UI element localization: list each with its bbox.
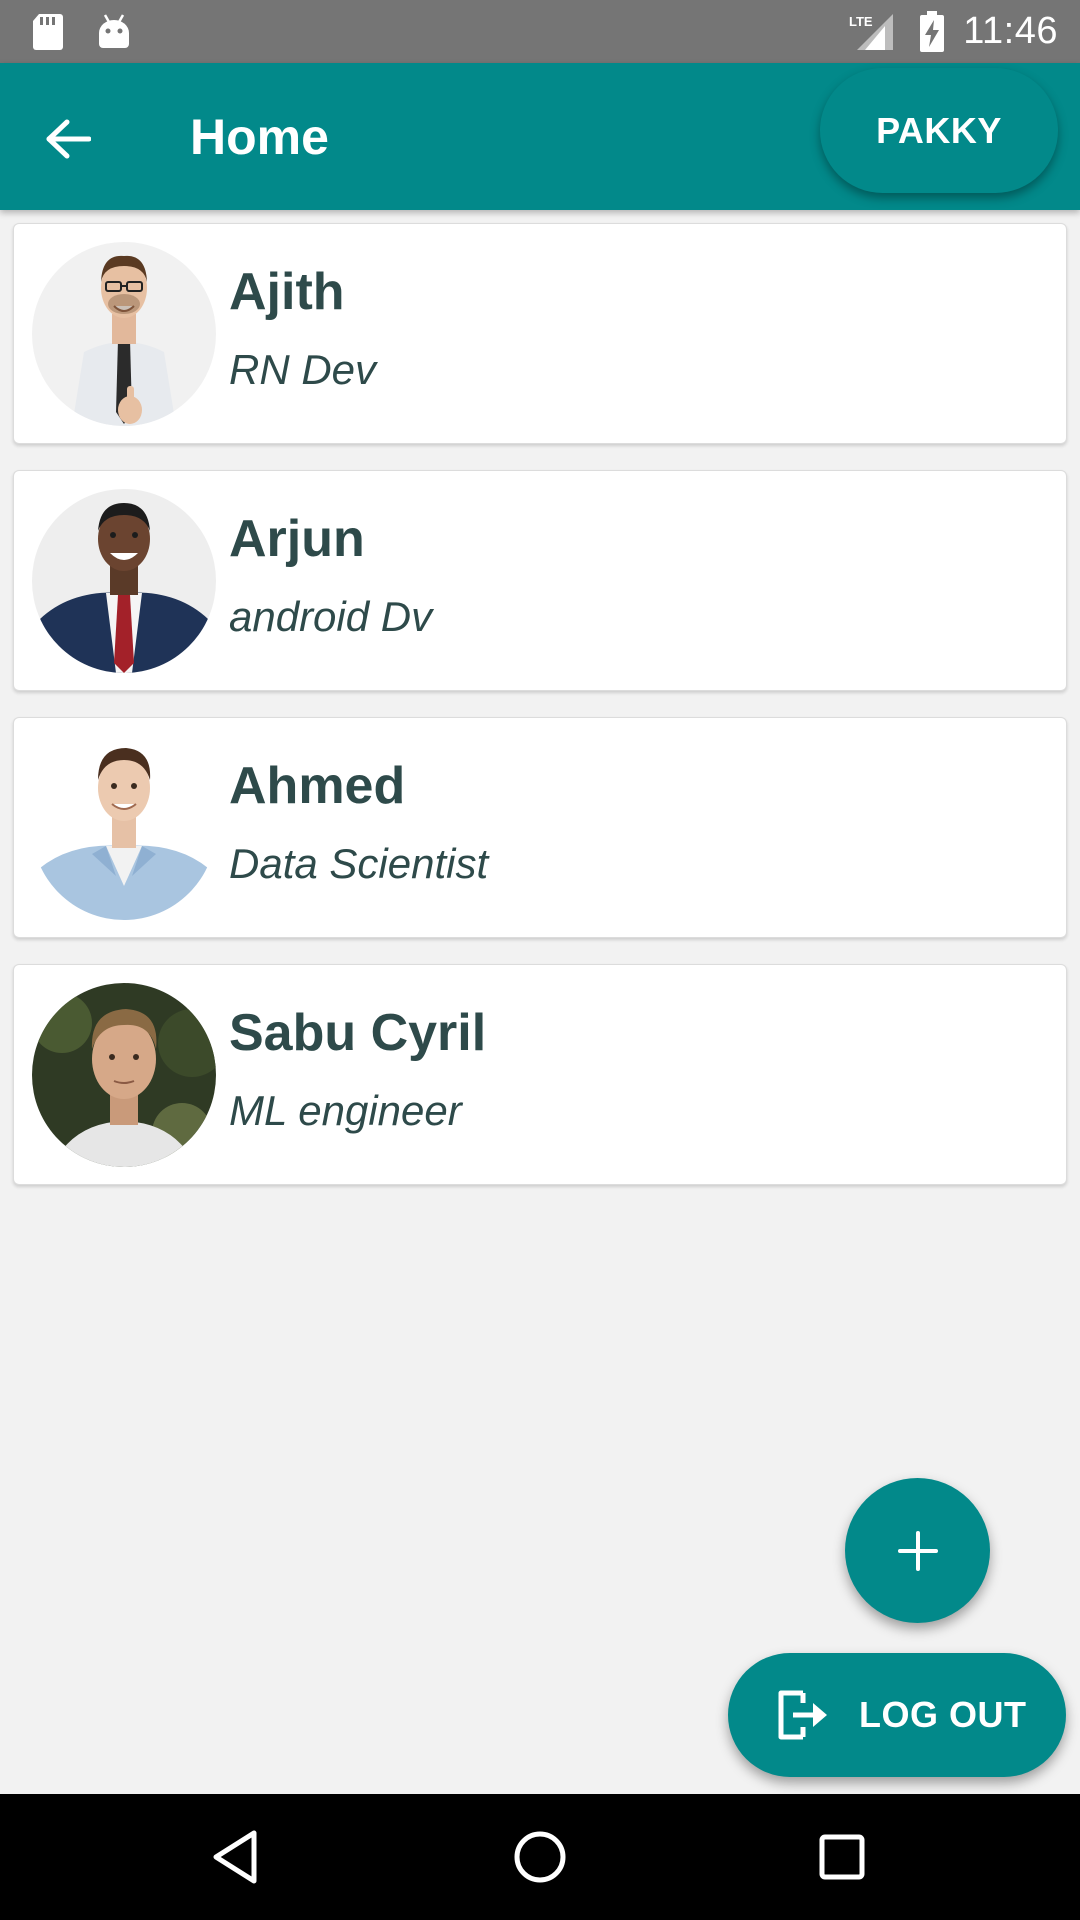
- person-role: RN Dev: [229, 346, 377, 393]
- android-icon: [99, 14, 129, 48]
- avatar-photo-man-in-tie-thumbs-up: [32, 242, 216, 426]
- logout-icon: [778, 1690, 827, 1740]
- logout-button[interactable]: LOG OUT: [728, 1653, 1066, 1777]
- nav-recents-icon[interactable]: [812, 1827, 872, 1887]
- logout-label: LOG OUT: [859, 1694, 1027, 1735]
- avatar-photo-man-in-suit: [32, 489, 216, 673]
- avatar-photo-man-in-denim-shirt: [32, 736, 216, 920]
- back-button[interactable]: [30, 101, 106, 177]
- sd-card-icon: [33, 14, 63, 50]
- person-name: Ajith: [229, 263, 345, 321]
- status-bar-left-icons: [30, 11, 132, 51]
- status-bar-right: LTE 11:46: [849, 0, 1058, 63]
- status-time: 11:46: [963, 10, 1058, 52]
- app-bar: Home PAKKY: [0, 63, 1080, 210]
- plus-icon: [897, 1530, 938, 1571]
- avatar: [32, 242, 216, 426]
- person-card[interactable]: Sabu Cyril ML engineer: [13, 964, 1067, 1185]
- nav-home-icon[interactable]: [510, 1827, 570, 1887]
- person-role: Data Scientist: [229, 840, 489, 887]
- people-list: Ajith RN Dev Arjun android Dv Ahmed Data…: [13, 223, 1067, 1211]
- avatar: [32, 983, 216, 1167]
- status-bar: LTE 11:46: [0, 0, 1080, 63]
- avatar: [32, 736, 216, 920]
- arrow-left-icon: [46, 119, 91, 159]
- nav-back-icon[interactable]: [208, 1827, 268, 1887]
- svg-text:LTE: LTE: [849, 14, 873, 29]
- add-button[interactable]: [845, 1478, 990, 1623]
- person-name: Ahmed: [229, 757, 406, 815]
- person-role: ML engineer: [229, 1087, 462, 1134]
- lte-signal-icon: LTE: [849, 13, 894, 50]
- page-title: Home: [190, 109, 329, 165]
- person-card[interactable]: Ahmed Data Scientist: [13, 717, 1067, 938]
- person-name: Sabu Cyril: [229, 1004, 487, 1062]
- person-name: Arjun: [229, 510, 365, 568]
- pakky-button[interactable]: PAKKY: [820, 68, 1058, 193]
- avatar-photo-man-outdoors: [32, 983, 216, 1167]
- person-card[interactable]: Arjun android Dv: [13, 470, 1067, 691]
- battery-charging-icon: [920, 10, 945, 52]
- person-role: android Dv: [229, 593, 433, 640]
- system-nav-bar: [0, 1794, 1080, 1920]
- person-card[interactable]: Ajith RN Dev: [13, 223, 1067, 444]
- avatar: [32, 489, 216, 673]
